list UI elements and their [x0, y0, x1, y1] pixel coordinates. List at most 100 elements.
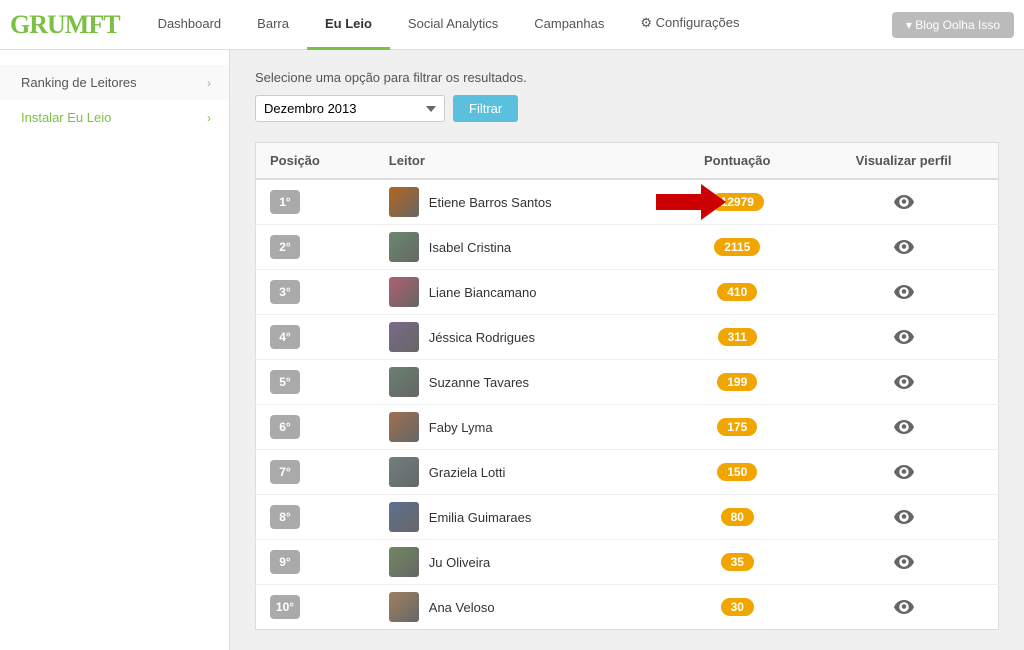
position-badge: 2° — [270, 235, 300, 259]
table-row: 6° Faby Lyma 175 — [256, 405, 999, 450]
reader-name: Emilia Guimaraes — [429, 510, 532, 525]
score-badge: 311 — [718, 328, 757, 346]
reader-name: Isabel Cristina — [429, 240, 511, 255]
score-badge: 2115 — [714, 238, 760, 256]
view-profile-icon[interactable] — [823, 420, 984, 434]
table-row: 3° Liane Biancamano 410 — [256, 270, 999, 315]
avatar — [389, 502, 419, 532]
blog-button[interactable]: ▾ Blog Oolha Isso — [892, 12, 1014, 38]
position-badge: 7° — [270, 460, 300, 484]
avatar — [389, 232, 419, 262]
logo-dark: GRUM — [10, 10, 88, 39]
sidebar-instalar-label: Instalar Eu Leio — [21, 110, 111, 125]
table-row: 5° Suzanne Tavares 199 — [256, 360, 999, 405]
view-profile-icon[interactable] — [823, 510, 984, 524]
nav-eu-leio[interactable]: Eu Leio — [307, 0, 390, 50]
table-header-row: Posição Leitor Pontuação Visualizar perf… — [256, 143, 999, 180]
avatar — [389, 187, 419, 217]
view-profile-icon[interactable] — [823, 465, 984, 479]
avatar — [389, 457, 419, 487]
reader-name: Ana Veloso — [429, 600, 495, 615]
sidebar-arrow-instalar: › — [207, 111, 211, 125]
sidebar-arrow-ranking: › — [207, 76, 211, 90]
score-badge: 150 — [717, 463, 757, 481]
sidebar: Ranking de Leitores › Instalar Eu Leio › — [0, 50, 230, 650]
reader-name: Liane Biancamano — [429, 285, 537, 300]
nav-dashboard[interactable]: Dashboard — [140, 0, 240, 50]
table-row: 4° Jéssica Rodrigues 311 — [256, 315, 999, 360]
highlight-arrow — [656, 184, 726, 220]
col-header-profile: Visualizar perfil — [809, 143, 998, 180]
score-badge: 199 — [717, 373, 757, 391]
reader-cell: Etiene Barros Santos — [389, 187, 652, 217]
main-layout: Ranking de Leitores › Instalar Eu Leio ›… — [0, 50, 1024, 650]
col-header-score: Pontuação — [665, 143, 809, 180]
nav-social-analytics[interactable]: Social Analytics — [390, 0, 516, 50]
position-badge: 4° — [270, 325, 300, 349]
avatar — [389, 412, 419, 442]
avatar — [389, 322, 419, 352]
score-badge: 80 — [721, 508, 754, 526]
reader-name: Ju Oliveira — [429, 555, 490, 570]
reader-name: Faby Lyma — [429, 420, 493, 435]
reader-cell: Suzanne Tavares — [389, 367, 652, 397]
view-profile-icon[interactable] — [823, 240, 984, 254]
view-profile-icon[interactable] — [823, 285, 984, 299]
score-badge: 410 — [717, 283, 757, 301]
nav-configuracoes[interactable]: ⚙ Configurações — [622, 0, 757, 50]
main-nav: Dashboard Barra Eu Leio Social Analytics… — [140, 0, 892, 50]
score-badge: 30 — [721, 598, 754, 616]
reader-cell: Faby Lyma — [389, 412, 652, 442]
reader-cell: Graziela Lotti — [389, 457, 652, 487]
view-profile-icon[interactable] — [823, 375, 984, 389]
table-row: 7° Graziela Lotti 150 — [256, 450, 999, 495]
position-badge: 9° — [270, 550, 300, 574]
view-profile-icon[interactable] — [823, 330, 984, 344]
nav-campanhas[interactable]: Campanhas — [516, 0, 622, 50]
position-badge: 10° — [270, 595, 300, 619]
reader-name: Jéssica Rodrigues — [429, 330, 535, 345]
reader-cell: Liane Biancamano — [389, 277, 652, 307]
view-profile-icon[interactable] — [823, 555, 984, 569]
sidebar-item-instalar[interactable]: Instalar Eu Leio › — [0, 100, 229, 135]
reader-cell: Isabel Cristina — [389, 232, 652, 262]
position-badge: 6° — [270, 415, 300, 439]
avatar — [389, 592, 419, 622]
reader-name: Etiene Barros Santos — [429, 195, 552, 210]
top-navigation: GRUMFT Dashboard Barra Eu Leio Social An… — [0, 0, 1024, 50]
logo: GRUMFT — [10, 10, 120, 40]
table-row: 8° Emilia Guimaraes 80 — [256, 495, 999, 540]
table-row: 2° Isabel Cristina 2115 — [256, 225, 999, 270]
month-select[interactable]: Dezembro 2013 — [255, 95, 445, 122]
avatar — [389, 277, 419, 307]
ranking-table: Posição Leitor Pontuação Visualizar perf… — [255, 142, 999, 630]
reader-cell: Ana Veloso — [389, 592, 652, 622]
avatar — [389, 367, 419, 397]
sidebar-item-ranking[interactable]: Ranking de Leitores › — [0, 65, 229, 100]
table-row: 1° Etiene Barros Santos 12979 — [256, 179, 999, 225]
logo-green: FT — [88, 10, 119, 39]
filter-button[interactable]: Filtrar — [453, 95, 518, 122]
table-row: 9° Ju Oliveira 35 — [256, 540, 999, 585]
view-profile-icon[interactable] — [823, 600, 984, 614]
col-header-position: Posição — [256, 143, 375, 180]
reader-name: Suzanne Tavares — [429, 375, 529, 390]
avatar — [389, 547, 419, 577]
score-badge: 35 — [721, 553, 754, 571]
content-area: Selecione uma opção para filtrar os resu… — [230, 50, 1024, 650]
position-badge: 5° — [270, 370, 300, 394]
filter-label: Selecione uma opção para filtrar os resu… — [255, 70, 999, 85]
reader-cell: Ju Oliveira — [389, 547, 652, 577]
position-badge: 1° — [270, 190, 300, 214]
filter-row: Dezembro 2013 Filtrar — [255, 95, 999, 122]
sidebar-ranking-label: Ranking de Leitores — [21, 75, 137, 90]
table-row: 10° Ana Veloso 30 — [256, 585, 999, 630]
reader-cell: Emilia Guimaraes — [389, 502, 652, 532]
position-badge: 8° — [270, 505, 300, 529]
reader-cell: Jéssica Rodrigues — [389, 322, 652, 352]
score-badge: 175 — [717, 418, 757, 436]
position-badge: 3° — [270, 280, 300, 304]
col-header-reader: Leitor — [375, 143, 666, 180]
view-profile-icon[interactable] — [823, 195, 984, 209]
nav-barra[interactable]: Barra — [239, 0, 307, 50]
